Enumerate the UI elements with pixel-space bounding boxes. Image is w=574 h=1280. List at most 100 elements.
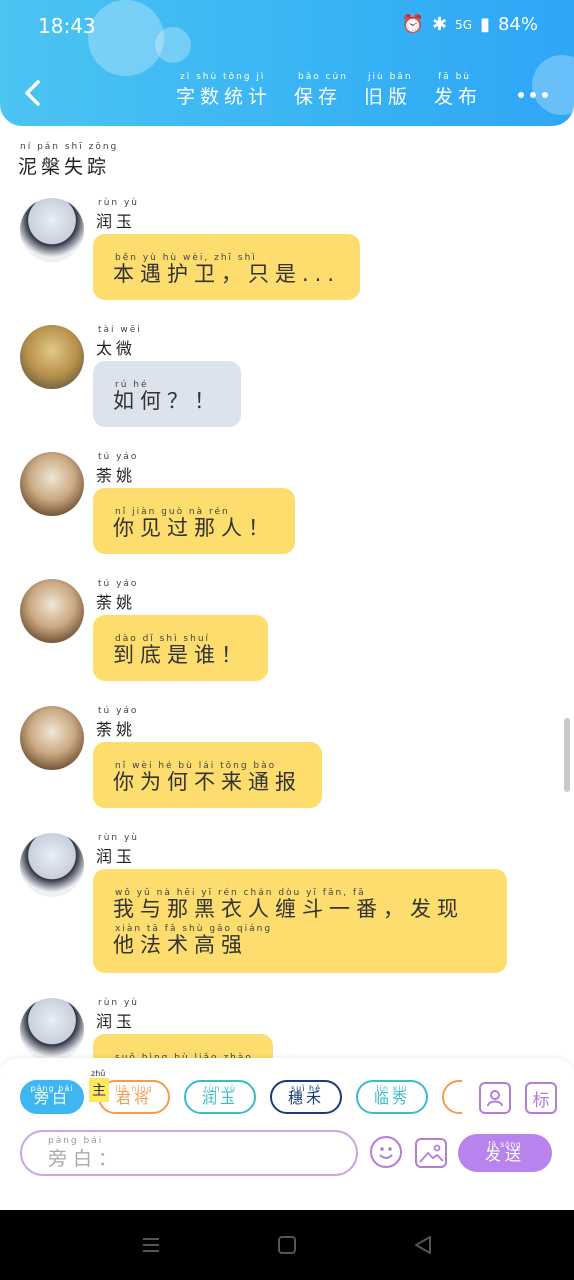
speaker-name: rùn yù 润玉 [96,833,137,867]
pinyin: jiù bǎn [368,72,413,82]
home-icon[interactable] [276,1234,298,1256]
chip-character[interactable]: rùn yù 润玉 [184,1080,256,1114]
avatar[interactable] [20,833,84,897]
alarm-icon: ⏰ [401,14,425,35]
chip-character[interactable] [442,1080,462,1114]
speaker-name: rùn yù 润玉 [96,198,137,232]
speaker-name-text: 润玉 [96,212,137,231]
avatar[interactable] [20,706,84,770]
message-bubble[interactable]: wǒ yǔ nà hēi yī rén chán dòu yī fān, fā … [93,869,507,973]
pinyin: jiā níng [115,1084,153,1093]
pinyin: xiàn tā fǎ shù gāo qiáng [115,924,273,934]
pinyin: fā sòng [488,1140,522,1149]
main-character-tag: zhǔ 主 [89,1069,109,1102]
header-nav: zì shù tǒng jì 字数统计 bǎo cún 保存 jiù bǎn 旧… [176,72,483,109]
nav-label: 字数统计 [176,86,273,108]
chat-area: ní pán shī zōng 泥槃失踪 rùn yù 润玉 běn yù hù… [0,126,574,1058]
pinyin: fā bù [438,72,472,82]
message-bubble[interactable]: nǐ jiàn guò nà rén 你见过那人！ [93,488,295,554]
character-icon[interactable] [479,1082,511,1114]
avatar[interactable] [20,998,84,1058]
pinyin: tú yáo [98,706,139,716]
pinyin: rùn yù [204,1084,236,1093]
avatar[interactable] [20,198,84,262]
back-icon[interactable] [18,78,48,108]
pinyin: rùn yù [98,198,139,208]
message-input[interactable]: páng bái 旁白： [20,1130,358,1176]
decor-bubble [155,27,191,63]
pinyin: zhǔ [91,1069,106,1078]
scrollbar[interactable] [564,718,570,792]
bluetooth-icon: ✱ [432,14,448,35]
pinyin: ní pán shī zōng [20,142,119,152]
status-time: 18:43 [38,14,96,38]
speaker-name: tú yáo 荼姚 [96,579,136,613]
message-bubble[interactable]: běn yù hù wèi, zhī shì 本遇护卫，只是... [93,234,361,300]
avatar[interactable] [20,452,84,516]
speaker-name-text: 润玉 [96,847,137,866]
publish-button[interactable]: fā bù 发布 [434,72,483,109]
more-icon[interactable] [518,92,548,98]
mark-label: 标 [532,1090,550,1111]
menu-icon[interactable] [140,1234,162,1256]
battery-label: 84% [497,14,538,35]
pinyin: běn yù hù wèi, zhī shì [115,253,257,263]
speaker-name-text: 润玉 [96,1012,137,1031]
pinyin: tú yáo [98,579,139,589]
input-panel: páng bái 旁白 jiā níng 君将 rùn yù 润玉 suì hé… [0,1058,574,1210]
speaker-name: tú yáo 荼姚 [96,706,137,740]
old-version-button[interactable]: jiù bǎn 旧版 [364,72,413,109]
speaker-name: rùn yù 润玉 [96,998,137,1032]
system-nav-bar [0,1210,574,1280]
message-bubble[interactable]: dào dǐ shì shuí 到底是谁！ [93,615,268,681]
network-label: 5G [455,17,473,32]
back-nav-icon[interactable] [412,1234,434,1256]
pinyin: tài wēi [98,325,142,335]
pinyin: wǒ yǔ nà hēi yī rén chán dòu yī fān, fā [115,888,366,898]
pinyin: suǒ bìng bù liǎo zhào [115,1053,253,1058]
emoji-icon[interactable] [370,1136,402,1168]
send-button[interactable]: fā sòng 发送 [458,1134,552,1172]
speaker-name-text: 荼姚 [96,720,137,739]
decor-bubble [88,0,164,76]
avatar[interactable] [20,325,84,389]
input-placeholder: 旁白： [48,1148,124,1170]
character-chips: páng bái 旁白 jiā níng 君将 rùn yù 润玉 suì hé… [20,1080,462,1120]
nav-label: 旧版 [364,86,413,108]
message-bubble[interactable]: rú hé 如何？！ [93,361,241,427]
chip-narrator[interactable]: páng bái 旁白 [20,1080,84,1114]
pinyin: suì hé [291,1084,321,1093]
speaker-name: tài wēi 太微 [96,325,140,359]
pinyin: zì shù tǒng jì [180,72,266,82]
save-button[interactable]: bǎo cún 保存 [294,72,346,109]
scene-title-text: 泥槃失踪 [18,156,111,178]
chip-character[interactable]: lín xiù 临秀 [356,1080,428,1114]
pinyin: rú hé [115,380,149,390]
mark-button[interactable]: 标 [525,1082,557,1114]
pinyin: rùn yù [98,833,139,843]
speaker-name-text: 荼姚 [96,466,137,485]
pinyin: páng bái [30,1084,74,1093]
nav-label: 发布 [434,86,483,108]
image-icon[interactable] [415,1138,447,1168]
pinyin: páng bái [48,1136,104,1146]
message-bubble[interactable]: suǒ bìng bù liǎo zhào [93,1034,273,1058]
avatar[interactable] [20,579,84,643]
scene-title: ní pán shī zōng 泥槃失踪 [18,142,116,179]
pinyin: bǎo cún [298,72,348,82]
pinyin: lín xiù [376,1084,408,1093]
header: 18:43 ⏰ ✱ 5G ▮ 84% zì shù tǒng jì 字数统计 b… [0,0,574,126]
pinyin: dào dǐ shì shuí [115,634,211,644]
status-icons: ⏰ ✱ 5G ▮ 84% [402,14,538,35]
pinyin: nǐ jiàn guò nà rén [115,507,230,517]
signal-icon: ▮ [480,14,490,35]
message-bubble[interactable]: nǐ wèi hé bù lái tōng bào 你为何不来通报 [93,742,322,808]
tag-label: 主 [92,1083,106,1099]
word-count-button[interactable]: zì shù tǒng jì 字数统计 [176,72,273,109]
nav-label: 保存 [294,86,343,108]
chip-character[interactable]: suì hé 穗禾 [270,1080,342,1114]
pinyin: rùn yù [98,998,139,1008]
pinyin: nǐ wèi hé bù lái tōng bào [115,761,277,771]
speaker-name: tú yáo 荼姚 [96,452,137,486]
decor-bubble [532,55,574,115]
